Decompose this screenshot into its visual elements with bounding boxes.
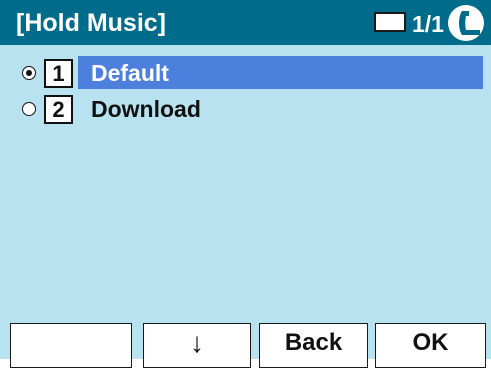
softkey-bar: ↓ Back OK <box>0 314 491 368</box>
page-title: [Hold Music] <box>16 9 166 37</box>
option-number: 1 <box>44 59 73 88</box>
option-row-download[interactable]: 2 Download <box>0 92 491 126</box>
radio-selected-icon[interactable] <box>22 66 36 80</box>
phone-screen: [Hold Music] 1/1 1 Default 2 Download ↓ … <box>0 0 491 368</box>
softkey-1-blank[interactable] <box>10 323 132 368</box>
handset-icon <box>448 5 484 41</box>
down-arrow-icon: ↓ <box>190 327 204 358</box>
radio-unselected-icon[interactable] <box>22 102 36 116</box>
page-indicator: 1/1 <box>412 11 444 37</box>
softkey-down-arrow[interactable]: ↓ <box>143 323 251 368</box>
option-label: Default <box>91 60 169 86</box>
title-bar: [Hold Music] 1/1 <box>0 0 491 45</box>
option-row-default[interactable]: 1 Default <box>0 56 491 90</box>
ok-button[interactable]: OK <box>375 323 486 368</box>
status-indicator-box <box>374 12 406 32</box>
option-label: Download <box>91 96 201 122</box>
option-number: 2 <box>44 95 73 124</box>
back-button[interactable]: Back <box>259 323 368 368</box>
